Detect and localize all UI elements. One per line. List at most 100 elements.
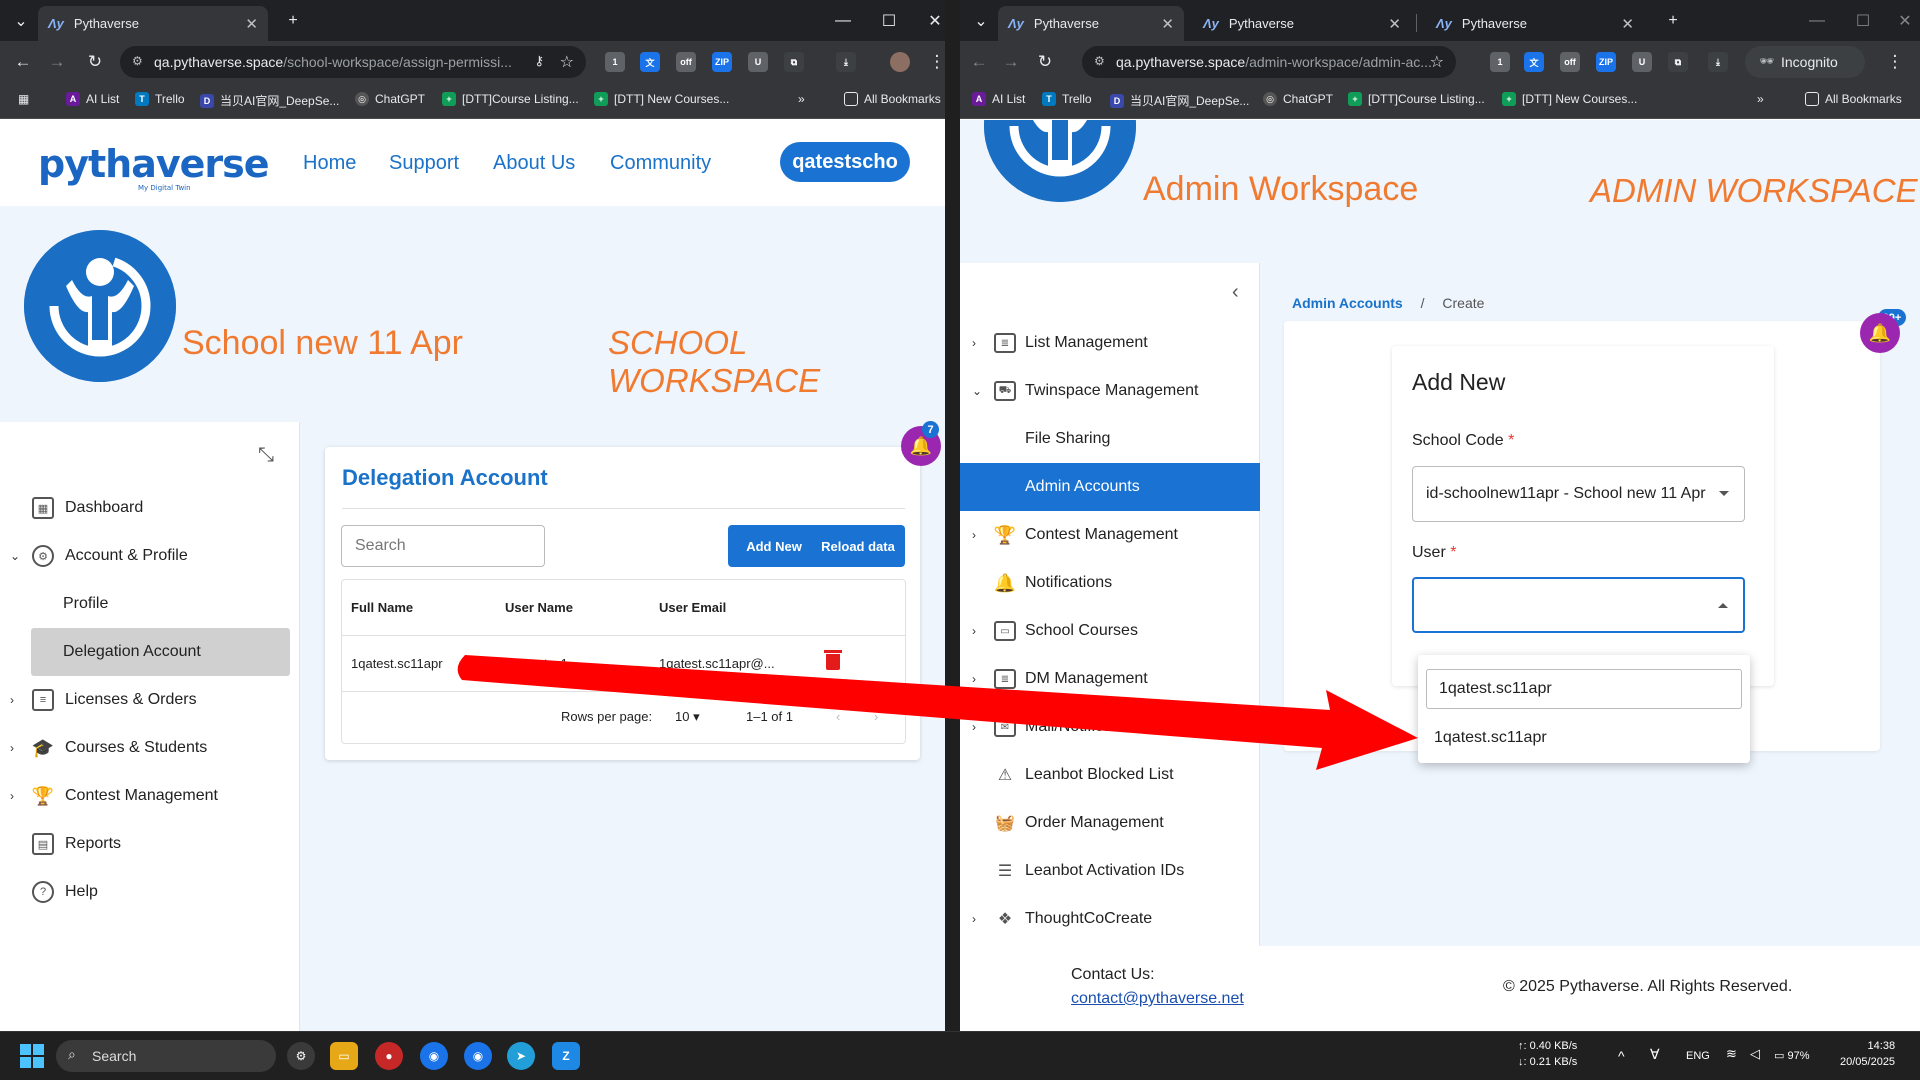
bookmark-new-courses[interactable]: + [DTT] New Courses... bbox=[1502, 92, 1637, 106]
zalo-icon[interactable]: Z bbox=[552, 1042, 580, 1070]
download-icon[interactable]: ⤓ bbox=[836, 52, 856, 72]
close-window-button[interactable]: ✕ bbox=[922, 8, 945, 34]
close-tab-icon[interactable]: ✕ bbox=[1161, 15, 1174, 33]
ublock-extension-icon[interactable]: U bbox=[1632, 52, 1652, 72]
reload-icon[interactable]: ↻ bbox=[1032, 49, 1058, 75]
maximize-button[interactable]: ☐ bbox=[876, 8, 902, 34]
back-icon[interactable]: ← bbox=[966, 49, 992, 75]
translate-extension-icon[interactable]: 文 bbox=[640, 52, 660, 72]
all-bookmarks[interactable]: All Bookmarks bbox=[844, 92, 941, 106]
vpn-icon[interactable]: ∀ bbox=[1650, 1046, 1660, 1062]
bookmarks-overflow-icon[interactable]: » bbox=[798, 92, 805, 106]
windows-start-icon[interactable] bbox=[20, 1044, 44, 1068]
settings-gear-icon[interactable]: ⚙ bbox=[287, 1042, 315, 1070]
sidebar-item-mail-notification[interactable]: › ✉ Mail/Notification Config bbox=[960, 703, 1260, 751]
search-input[interactable]: Search bbox=[341, 525, 545, 567]
sidebar-item-school-courses[interactable]: › ▭ School Courses bbox=[960, 607, 1260, 655]
apps-grid-icon[interactable]: ▦ bbox=[18, 92, 29, 106]
sidebar-item-admin-accounts[interactable]: Admin Accounts bbox=[960, 463, 1260, 511]
close-tab-icon[interactable]: ✕ bbox=[1388, 15, 1401, 33]
nav-support[interactable]: Support bbox=[389, 152, 459, 175]
wifi-icon[interactable]: ≋ bbox=[1726, 1046, 1737, 1062]
all-bookmarks[interactable]: All Bookmarks bbox=[1805, 92, 1902, 106]
close-window-button[interactable]: ✕ bbox=[1892, 8, 1918, 34]
bookmark-ai-list[interactable]: A AI List bbox=[972, 92, 1025, 106]
sidebar-item-notifications[interactable]: 🔔 Notifications bbox=[960, 559, 1260, 607]
clock[interactable]: 14:38 20/05/2025 bbox=[1840, 1038, 1895, 1070]
collapse-sidebar-icon[interactable]: ⤡ bbox=[258, 444, 274, 467]
sidebar-item-profile[interactable]: Profile bbox=[0, 580, 300, 628]
telegram-icon[interactable]: ➤ bbox=[507, 1042, 535, 1070]
bookmarks-overflow-icon[interactable]: » bbox=[1757, 92, 1764, 106]
menu-kebab-icon[interactable]: ⋮ bbox=[924, 49, 946, 75]
sidebar-item-file-sharing[interactable]: File Sharing bbox=[960, 415, 1260, 463]
address-bar[interactable]: ⚙ qa.pythaverse.space/admin-workspace/ad… bbox=[1082, 46, 1456, 78]
sidebar-item-licenses-orders[interactable]: › ≡ Licenses & Orders bbox=[0, 676, 300, 724]
bookmark-new-courses[interactable]: + [DTT] New Courses... bbox=[594, 92, 729, 106]
sidebar-item-contest-management[interactable]: › 🏆 Contest Management bbox=[960, 511, 1260, 559]
extension-off-icon[interactable]: off bbox=[676, 52, 696, 72]
sidebar-item-courses-students[interactable]: › 🎓 Courses & Students bbox=[0, 724, 300, 772]
column-header-user-name[interactable]: User Name bbox=[505, 600, 573, 615]
minimize-button[interactable]: — bbox=[830, 8, 856, 34]
pythaverse-logo[interactable]: pythaverse My Digital Twin bbox=[38, 142, 270, 192]
reload-data-button[interactable]: Reload data bbox=[811, 525, 905, 567]
sidebar-item-reports[interactable]: ▤ Reports bbox=[0, 820, 300, 868]
extensions-puzzle-icon[interactable]: ⧉ bbox=[784, 52, 804, 72]
extension-shield-icon[interactable]: 1 bbox=[605, 52, 625, 72]
taskbar-search[interactable]: ⌕ Search bbox=[56, 1040, 276, 1072]
bookmark-chatgpt[interactable]: ◎ ChatGPT bbox=[1263, 92, 1333, 106]
bookmark-star-icon[interactable]: ☆ bbox=[560, 52, 574, 72]
record-icon[interactable]: ● bbox=[375, 1042, 403, 1070]
reload-icon[interactable]: ↻ bbox=[82, 49, 108, 75]
sidebar-item-account-profile[interactable]: ⌄ ⚙ Account & Profile bbox=[0, 532, 300, 580]
extension-shield-icon[interactable]: 1 bbox=[1490, 52, 1510, 72]
dropdown-search-input[interactable]: 1qatest.sc11apr bbox=[1426, 669, 1742, 709]
minimize-button[interactable]: — bbox=[1804, 8, 1830, 34]
breadcrumb-admin-accounts[interactable]: Admin Accounts bbox=[1292, 295, 1403, 311]
sidebar-item-delegation-account[interactable]: Delegation Account bbox=[31, 628, 290, 676]
forward-icon[interactable]: → bbox=[44, 49, 70, 75]
download-icon[interactable]: ⤓ bbox=[1708, 52, 1728, 72]
tab-pythaverse-2[interactable]: Λy Pythaverse ✕ bbox=[1193, 6, 1411, 41]
contact-email-link[interactable]: contact@pythaverse.net bbox=[1071, 990, 1244, 1008]
sidebar-item-help[interactable]: ? Help bbox=[0, 868, 300, 916]
close-tab-icon[interactable]: ✕ bbox=[245, 15, 258, 33]
user-select[interactable] bbox=[1412, 577, 1745, 633]
tab-pythaverse-1[interactable]: Λy Pythaverse ✕ bbox=[998, 6, 1184, 41]
bookmark-trello[interactable]: T Trello bbox=[1042, 92, 1092, 106]
password-key-icon[interactable]: ⚷ bbox=[534, 53, 544, 69]
site-info-icon[interactable]: ⚙ bbox=[132, 54, 143, 68]
notification-bell-icon[interactable]: 🔔 bbox=[1860, 313, 1900, 353]
sidebar-item-thoughtcocreate[interactable]: › ❖ ThoughtCoCreate bbox=[960, 895, 1260, 943]
site-info-icon[interactable]: ⚙ bbox=[1094, 54, 1105, 68]
sidebar-item-contest-management[interactable]: › 🏆 Contest Management bbox=[0, 772, 300, 820]
translate-extension-icon[interactable]: 文 bbox=[1524, 52, 1544, 72]
tab-pythaverse-3[interactable]: Λy Pythaverse ✕ bbox=[1426, 6, 1644, 41]
delete-trash-icon[interactable] bbox=[824, 650, 842, 670]
profile-avatar-icon[interactable] bbox=[890, 52, 910, 72]
sidebar-item-dm-management[interactable]: › ≣ DM Management bbox=[960, 655, 1260, 703]
nav-home[interactable]: Home bbox=[303, 152, 356, 175]
chrome-icon[interactable]: ◉ bbox=[420, 1042, 448, 1070]
file-explorer-icon[interactable]: ▭ bbox=[330, 1042, 358, 1070]
collapse-sidebar-chevron-left-icon[interactable]: ‹ bbox=[1232, 281, 1239, 304]
column-header-full-name[interactable]: Full Name bbox=[351, 600, 413, 615]
bookmark-chatgpt[interactable]: ◎ ChatGPT bbox=[355, 92, 425, 106]
sidebar-item-list-management[interactable]: › ≣ List Management bbox=[960, 319, 1260, 367]
tray-chevron-up-icon[interactable]: ^ bbox=[1618, 1048, 1625, 1064]
address-bar[interactable]: ⚙ qa.pythaverse.space/school-workspace/a… bbox=[120, 46, 586, 78]
sidebar-item-leanbot-blocked-list[interactable]: ⚠ Leanbot Blocked List bbox=[960, 751, 1260, 799]
bookmark-course-listing[interactable]: + [DTT]Course Listing... bbox=[442, 92, 579, 106]
volume-icon[interactable]: ◁ bbox=[1750, 1046, 1760, 1062]
sidebar-item-twinspace-management[interactable]: ⌄ ⛟ Twinspace Management bbox=[960, 367, 1260, 415]
ublock-extension-icon[interactable]: U bbox=[748, 52, 768, 72]
add-new-button[interactable]: Add New bbox=[728, 525, 820, 567]
back-icon[interactable]: ← bbox=[10, 49, 36, 75]
bookmark-deepseek[interactable]: D 当贝AI官网_DeepSe... bbox=[200, 92, 339, 109]
new-tab-button[interactable]: + bbox=[280, 8, 306, 34]
bookmark-ai-list[interactable]: A AI List bbox=[66, 92, 119, 106]
bookmark-course-listing[interactable]: + [DTT]Course Listing... bbox=[1348, 92, 1485, 106]
nav-community[interactable]: Community bbox=[610, 152, 711, 175]
column-header-user-email[interactable]: User Email bbox=[659, 600, 726, 615]
